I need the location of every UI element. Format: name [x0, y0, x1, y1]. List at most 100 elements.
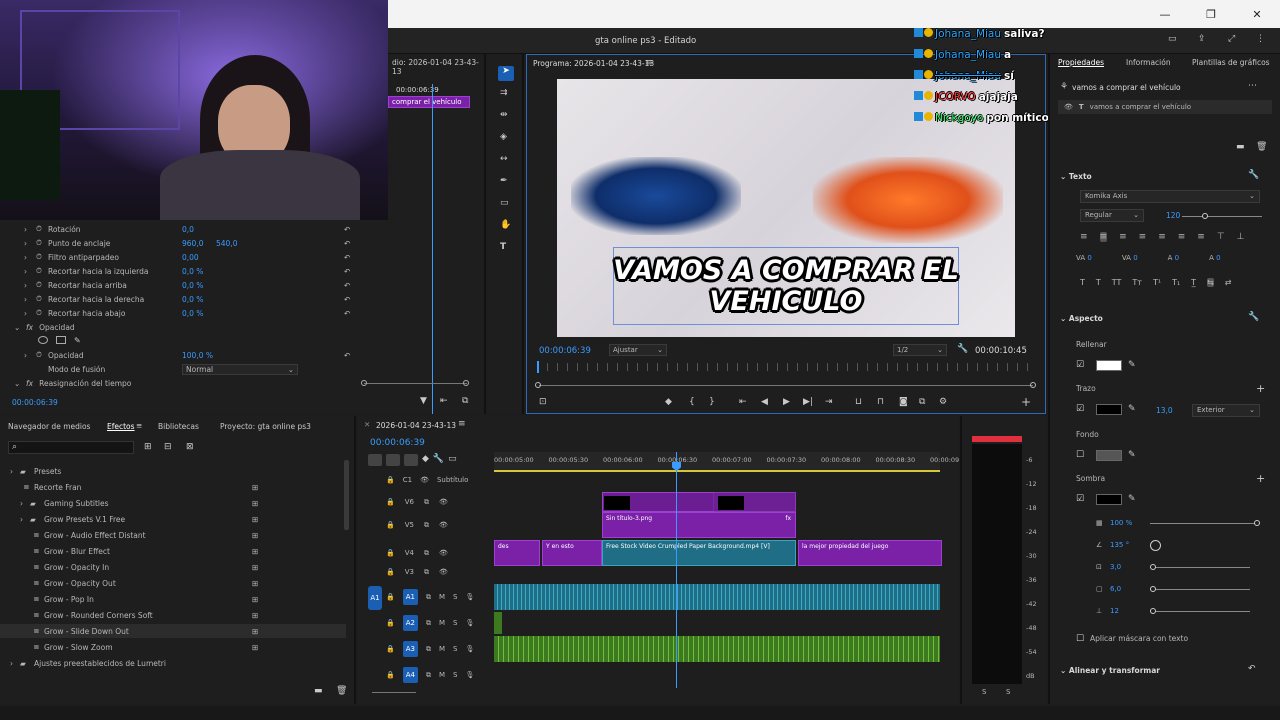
effect-property-row[interactable]: › ⏱ Recortar hacia abajo 0,0 % ↶: [24, 306, 484, 320]
timeline-ruler[interactable]: 00:00:05:00 00:00:05:30 00:00:06:00 00:00:0…: [494, 452, 959, 470]
new-folder-icon[interactable]: ▬: [314, 686, 323, 696]
property-value[interactable]: 960,0: [182, 239, 216, 248]
mic-icon[interactable]: 🎙: [465, 593, 474, 601]
opacity-row[interactable]: › ⏱ Opacidad 100,0 % ↶: [24, 348, 484, 362]
shadow-value[interactable]: 3,0: [1110, 563, 1150, 571]
insert-nested-icon[interactable]: [404, 454, 418, 466]
effects-tab[interactable]: Efectos: [107, 422, 135, 431]
shadow-slider[interactable]: [1150, 585, 1250, 592]
razor-icon[interactable]: ◈: [500, 132, 507, 142]
reset-icon[interactable]: ↶: [344, 267, 350, 276]
stroke-position-select[interactable]: Exterior ⌄: [1192, 404, 1260, 417]
effects-tab[interactable]: Bibliotecas: [158, 422, 199, 431]
v4-clip-c[interactable]: Free Stock Video Crumpled Paper Backgrou…: [602, 540, 796, 566]
slip-tool-icon[interactable]: ↔: [500, 154, 508, 164]
property-value[interactable]: 0,0 %: [182, 309, 216, 318]
expand-icon[interactable]: ›: [20, 515, 30, 524]
appearance-wrench-icon[interactable]: 🔧: [1248, 312, 1259, 322]
faux-bold-icon[interactable]: T: [1080, 278, 1085, 287]
justify-right-icon[interactable]: ≡: [1178, 232, 1186, 242]
a1-clip[interactable]: [494, 584, 940, 610]
expand-icon[interactable]: ›: [20, 499, 30, 508]
program-zoom-left[interactable]: [535, 382, 541, 388]
appearance-section[interactable]: ⌄ Aspecto: [1060, 314, 1103, 323]
property-value[interactable]: 0,0 %: [182, 281, 216, 290]
expand-icon[interactable]: ›: [10, 467, 20, 476]
add-stroke-icon[interactable]: +: [1256, 382, 1265, 395]
mute-button[interactable]: M: [439, 671, 445, 679]
subscript-icon[interactable]: T₁: [1172, 278, 1180, 287]
solo-button[interactable]: S: [453, 593, 457, 601]
property-value[interactable]: 0,00: [182, 253, 216, 262]
effects-list-item[interactable]: ⧈ Grow - Slide Down Out ⊞: [0, 624, 346, 638]
shadow-value[interactable]: 135 °: [1110, 541, 1150, 549]
effect-property-row[interactable]: › ⏱ Recortar hacia arriba 0,0 % ↶: [24, 278, 484, 292]
shadow-eyedropper-icon[interactable]: ✎: [1128, 494, 1136, 504]
step-forward-icon[interactable]: ▶|: [803, 397, 813, 407]
mute-button[interactable]: M: [439, 619, 445, 627]
eye-icon[interactable]: 👁: [420, 476, 429, 484]
shadow-slider[interactable]: [1150, 563, 1250, 570]
layer-more-icon[interactable]: ⋯: [1248, 81, 1257, 91]
pen-tool-icon[interactable]: ✒: [500, 176, 508, 186]
justify-all-icon[interactable]: ≡: [1197, 232, 1205, 242]
effect-property-row[interactable]: › ⏱ Rotación 0,0 ↶: [24, 222, 484, 236]
align-middle-icon[interactable]: ⊥: [1237, 232, 1245, 242]
shadow-value[interactable]: 6,0: [1110, 585, 1150, 593]
expand-icon[interactable]: ›: [10, 659, 20, 668]
settings-icon[interactable]: ⋮: [1256, 34, 1265, 44]
pen-mask-icon[interactable]: ✎: [74, 336, 81, 345]
settings-cog-icon[interactable]: ⚙: [939, 397, 947, 407]
effects-list-item[interactable]: ⧈ Grow - Slow Zoom ⊞: [0, 640, 346, 654]
mark-in-icon[interactable]: {: [689, 397, 695, 407]
v6-clip-purple[interactable]: [602, 492, 796, 512]
stopwatch-icon[interactable]: ⏱: [36, 280, 48, 290]
track-sync-icon[interactable]: ⧉: [424, 568, 429, 577]
text-wrench-icon[interactable]: 🔧: [1248, 170, 1259, 180]
opacity-value[interactable]: 100,0 %: [182, 351, 213, 360]
shadow-color-swatch[interactable]: [1096, 494, 1122, 505]
track-eye-icon[interactable]: 👁: [439, 549, 448, 557]
mute-button[interactable]: M: [439, 645, 445, 653]
reset-icon[interactable]: ↶: [344, 239, 350, 248]
track-sync-icon[interactable]: ⧉: [426, 593, 431, 602]
font-style-select[interactable]: Regular ⌄: [1080, 209, 1144, 222]
reset-icon[interactable]: ↶: [344, 309, 350, 318]
layer-visibility-icon[interactable]: 👁: [1064, 103, 1073, 111]
track-sync-icon[interactable]: ⧉: [426, 619, 431, 628]
track-lock-icon[interactable]: 🔒: [386, 568, 395, 576]
track-eye-icon[interactable]: 👁: [439, 498, 448, 506]
audio-track-target[interactable]: A3: [402, 641, 418, 657]
ec-zoom-bar[interactable]: [364, 383, 467, 384]
delete-icon[interactable]: 🗑: [336, 686, 347, 696]
effects-list-item[interactable]: ⧈ Grow - Audio Effect Distant ⊞: [0, 528, 346, 542]
properties-tab[interactable]: Propiedades: [1058, 58, 1104, 67]
stroke-color-swatch[interactable]: [1096, 404, 1122, 415]
kerning-field[interactable]: VA 0: [1122, 254, 1138, 262]
leading-field[interactable]: A 0: [1168, 254, 1179, 262]
superscript-icon[interactable]: T¹: [1153, 278, 1161, 287]
stopwatch-icon[interactable]: ⏱: [36, 294, 48, 304]
track-lock-icon[interactable]: 🔒: [386, 619, 395, 627]
effects-list-item[interactable]: ⧈ Grow - Blur Effect ⊞: [0, 544, 346, 558]
track-eye-icon[interactable]: 👁: [439, 568, 448, 576]
time-remap-row[interactable]: ⌄ fx Reasignación del tiempo: [14, 376, 131, 390]
track-lock-icon[interactable]: 🔒: [386, 549, 395, 557]
program-zoom-bar[interactable]: [539, 385, 1033, 386]
accelerated-icon[interactable]: ⊞: [144, 442, 152, 452]
effects-list-item[interactable]: ⧈ Grow - Opacity In ⊞: [0, 560, 346, 574]
delete-layer-icon[interactable]: 🗑: [1256, 142, 1267, 152]
property-value[interactable]: 0,0: [182, 225, 216, 234]
effects-list-item[interactable]: › ▰ Ajustes preestablecidos de Lumetri: [0, 656, 346, 670]
rectangle-mask-icon[interactable]: [56, 336, 66, 344]
ec-zoom-handle-right[interactable]: [463, 380, 469, 386]
mic-icon[interactable]: 🎙: [465, 619, 474, 627]
solo-button[interactable]: S: [453, 671, 457, 679]
program-menu-icon[interactable]: ≡: [645, 58, 653, 68]
stopwatch-icon[interactable]: ⏱: [36, 238, 48, 248]
fill-checkbox[interactable]: ☑: [1076, 360, 1084, 370]
minimize-button[interactable]: —: [1142, 0, 1188, 28]
audio-track-target[interactable]: A1: [402, 589, 418, 605]
mic-icon[interactable]: 🎙: [465, 645, 474, 653]
v4-clip-d[interactable]: la mejor propiedad del juego: [798, 540, 942, 566]
